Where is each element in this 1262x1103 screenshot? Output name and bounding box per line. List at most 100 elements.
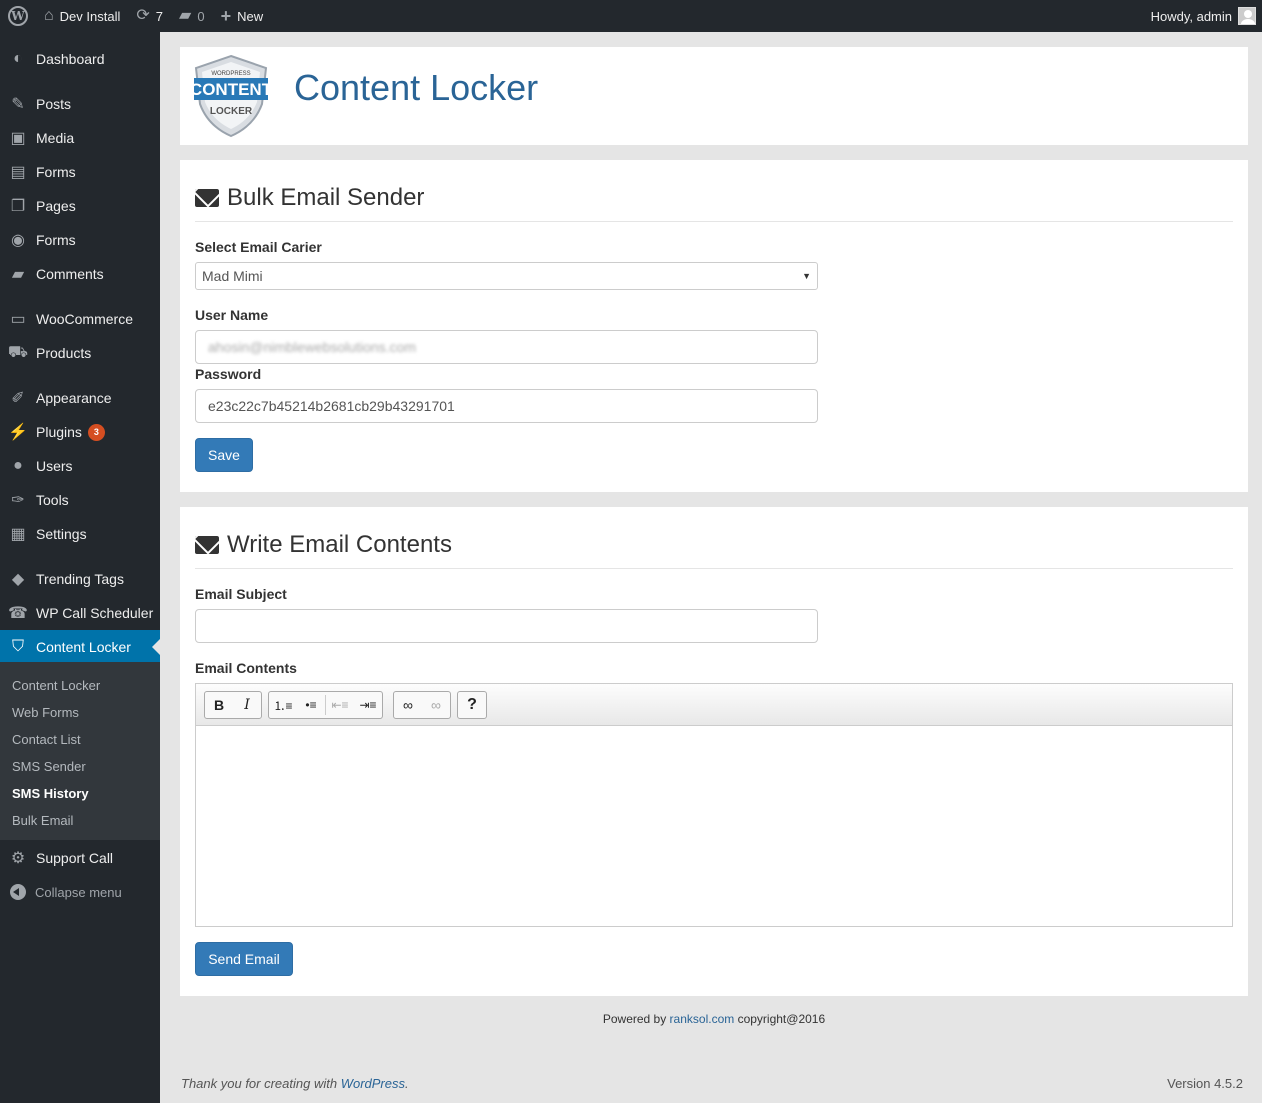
sidebar-item-label: Media (36, 130, 75, 146)
sidebar-item-label: Forms (36, 164, 76, 180)
site-name-link[interactable]: ⌂ Dev Install (36, 0, 128, 32)
sidebar-item-support-call[interactable]: ⚙ Support Call (0, 841, 160, 875)
sidebar-item-dashboard[interactable]: ◐ Dashboard (0, 42, 160, 76)
send-email-button[interactable]: Send Email (195, 942, 293, 976)
powered-prefix: Powered by (602, 1012, 670, 1026)
link-icon[interactable]: ∞ (394, 692, 422, 718)
sidebar-item-label: Trending Tags (36, 571, 124, 587)
forms-icon: ▤ (10, 164, 26, 181)
updates-link[interactable]: ⟳ 7 (128, 0, 171, 32)
email-subject-input[interactable] (195, 609, 818, 643)
username-label: User Name (195, 307, 269, 323)
submenu-item-web-forms[interactable]: Web Forms (12, 705, 79, 720)
sidebar-item-appearance[interactable]: ✐ Appearance (0, 381, 160, 415)
email-contents-editor: B I ⒈≡ •≡ ⇤≡ ⇥≡ ∞ ∞ ? (195, 683, 1233, 927)
comment-bubble-icon: ▰ (179, 7, 192, 24)
collapse-menu-button[interactable]: Collapse menu (0, 880, 122, 904)
submenu-item-sms-sender[interactable]: SMS Sender (12, 759, 86, 774)
woo-icon: ▭ (10, 311, 26, 328)
bold-button[interactable]: B (205, 692, 233, 718)
password-input[interactable]: e23c22c7b45214b2681cb29b43291701 (195, 389, 818, 423)
sidebar-item-plugins[interactable]: ⚡ Plugins 3 (0, 415, 160, 449)
thanks-suffix: . (405, 1076, 409, 1091)
new-content-link[interactable]: + New (213, 0, 272, 32)
sidebar-item-content-locker[interactable]: ⛉ Content Locker (0, 630, 160, 664)
refresh-icon: ⟳ (136, 7, 150, 24)
header-panel: WORDPRESS CONTENT LOCKER Content Locker (180, 47, 1248, 145)
sidebar-item-forms[interactable]: ◉ Forms (0, 223, 160, 257)
help-icon[interactable]: ? (458, 692, 486, 718)
site-name-label: Dev Install (59, 8, 121, 24)
editor-toolbar: B I ⒈≡ •≡ ⇤≡ ⇥≡ ∞ ∞ ? (196, 684, 1232, 726)
sidebar-item-woocommerce[interactable]: ▭ WooCommerce (0, 302, 160, 336)
new-label: New (237, 8, 264, 24)
submenu-item-sms-history[interactable]: SMS History (12, 786, 89, 801)
sidebar-item-comments[interactable]: ▰ Comments (0, 257, 160, 291)
sidebar-item-label: Products (36, 345, 92, 361)
ordered-list-icon[interactable]: ⒈≡ (269, 692, 297, 718)
comments-link[interactable]: ▰ 0 (171, 0, 213, 32)
pages-icon: ❐ (10, 198, 26, 215)
comment-icon: ▰ (11, 266, 25, 283)
sidebar-item-posts[interactable]: ✎ Posts (0, 87, 160, 121)
sidebar-item-settings[interactable]: ▦ Settings (0, 517, 160, 551)
pin-icon: ✎ (11, 96, 25, 113)
sidebar-item-label: Forms (36, 232, 76, 248)
unlink-icon[interactable]: ∞ (422, 692, 450, 718)
user-icon: ● (13, 457, 23, 474)
sidebar-item-label: Posts (36, 96, 72, 112)
submenu-item-contact-list[interactable]: Contact List (12, 732, 81, 747)
help-group: ? (457, 691, 487, 719)
ranksol-link[interactable]: ranksol.com (670, 1012, 735, 1026)
username-input[interactable]: ahosin@nimblewebsolutions.com (195, 330, 818, 364)
bulk-email-sender-panel: Bulk Email Sender Select Email Carier Ma… (180, 160, 1248, 492)
account-menu[interactable]: Howdy, admin (1143, 0, 1262, 32)
content-locker-logo: WORDPRESS CONTENT LOCKER (192, 54, 270, 138)
email-contents-label: Email Contents (195, 660, 297, 676)
sidebar-item-trending-tags[interactable]: ◆ Trending Tags (0, 562, 160, 596)
home-icon: ⌂ (44, 7, 54, 24)
plus-icon: + (220, 6, 232, 26)
italic-button[interactable]: I (233, 692, 261, 718)
comments-count: 0 (197, 8, 205, 24)
cart-icon: ⛟ (7, 344, 29, 361)
submenu-item-bulk-email[interactable]: Bulk Email (12, 813, 73, 828)
powered-by: Powered by ranksol.com copyright@2016 (180, 1012, 1248, 1026)
sidebar-item-label: Dashboard (36, 51, 105, 67)
footer-thanks: Thank you for creating with WordPress. (181, 1076, 409, 1091)
divider (195, 568, 1233, 569)
sidebar-item-wp-call-scheduler[interactable]: ☎ WP Call Scheduler (0, 596, 160, 630)
settings-icon: ▦ (10, 526, 26, 543)
submenu-item-content-locker[interactable]: Content Locker (12, 678, 100, 693)
wp-logo-button[interactable]: W (0, 0, 36, 32)
sidebar-item-label: Settings (36, 526, 87, 542)
sidebar-item-label: WooCommerce (36, 311, 133, 327)
sidebar-item-label: Plugins (36, 424, 82, 440)
page-title: Content Locker (294, 67, 539, 108)
shield-icon: ⛉ (11, 638, 24, 655)
sidebar-item-tools[interactable]: ✑ Tools (0, 483, 160, 517)
indent-icon[interactable]: ⇥≡ (354, 692, 382, 718)
dropdown-arrow-icon: ▼ (802, 271, 811, 281)
write-email-contents-panel: Write Email Contents Email Subject Email… (180, 507, 1248, 996)
logo-main-text: CONTENT (192, 80, 270, 99)
sidebar-item-forms[interactable]: ▤ Forms (0, 155, 160, 189)
sidebar-item-label: Users (36, 458, 73, 474)
save-button[interactable]: Save (195, 438, 253, 472)
sidebar-item-pages[interactable]: ❐ Pages (0, 189, 160, 223)
sidebar-item-media[interactable]: ▣ Media (0, 121, 160, 155)
sidebar-item-label: Pages (36, 198, 76, 214)
sidebar-item-users[interactable]: ● Users (0, 449, 160, 483)
sidebar-item-label: Tools (36, 492, 69, 508)
logo-top-text: WORDPRESS (211, 71, 250, 77)
email-carrier-select[interactable]: Mad Mimi ▼ (195, 262, 818, 290)
sidebar-item-products[interactable]: ⛟ Products (0, 336, 160, 370)
content-locker-submenu: Content Locker Web Forms Contact List SMS S… (0, 662, 160, 840)
plugins-update-badge: 3 (87, 423, 105, 441)
unordered-list-icon[interactable]: •≡ (297, 692, 325, 718)
wordpress-link[interactable]: WordPress (341, 1076, 405, 1091)
collapse-arrow-icon (10, 884, 26, 900)
editor-content-area[interactable] (196, 726, 1232, 926)
sidebar-item-label: Appearance (36, 390, 112, 406)
outdent-icon[interactable]: ⇤≡ (326, 692, 354, 718)
